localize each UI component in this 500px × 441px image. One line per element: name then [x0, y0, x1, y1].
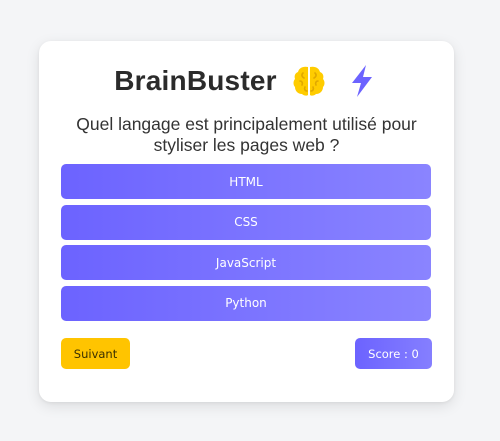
app-header: BrainBuster [39, 61, 454, 101]
app-title: BrainBuster [114, 65, 277, 96]
quiz-footer: Suivant Score : 0 [61, 338, 432, 369]
next-button[interactable]: Suivant [61, 338, 130, 369]
answer-button-css[interactable]: CSS [61, 204, 431, 240]
lightning-bolt-icon [345, 63, 379, 99]
answer-button-python[interactable]: Python [61, 285, 431, 321]
answer-button-html[interactable]: HTML [61, 164, 431, 199]
score-badge: Score : 0 [355, 338, 432, 369]
brain-icon [291, 63, 327, 99]
quiz-card: BrainBuster Quel langage est principalem… [39, 41, 454, 402]
question-text: Quel langage est principalement utilisé … [76, 114, 417, 155]
answer-button-javascript[interactable]: JavaScript [61, 245, 431, 280]
answer-list: HTML CSS JavaScript Python [61, 164, 431, 326]
